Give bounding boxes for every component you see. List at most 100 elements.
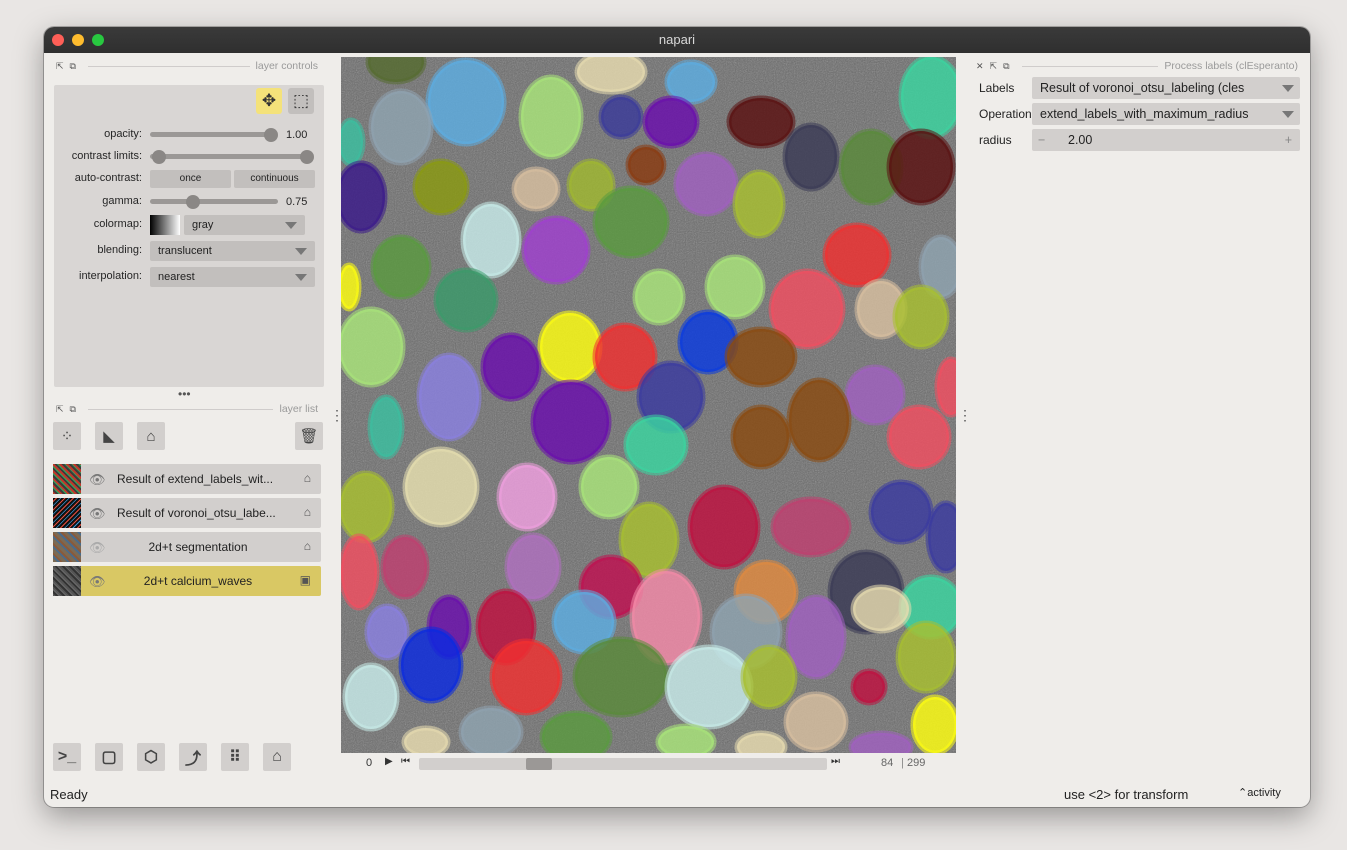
minimize-window-button[interactable] [72, 34, 84, 46]
frame-slider[interactable] [419, 758, 827, 770]
label-cell [380, 534, 430, 600]
label-cell [402, 446, 480, 528]
gamma-slider[interactable] [150, 199, 278, 204]
undock-icon[interactable]: ⧉ [1003, 61, 1009, 72]
label-cell [521, 215, 591, 285]
layer-row[interactable]: 👁 Result of voronoi_otsu_labe... ⌂ [53, 498, 321, 528]
segmentation-view [341, 57, 956, 753]
float-icon[interactable]: ⇱ [56, 404, 64, 415]
label-cell [341, 306, 406, 388]
terminal-icon: >_ [57, 748, 77, 765]
gamma-value: 0.75 [286, 196, 308, 208]
image-layer-icon: ▣ [299, 573, 311, 587]
label-cell [370, 234, 432, 300]
label-cell [504, 532, 562, 602]
labels-layer-icon: ⌂ [303, 539, 311, 553]
eye-icon[interactable]: 👁 [89, 574, 106, 590]
new-shapes-layer-button[interactable]: ◣ [95, 422, 123, 450]
eye-icon[interactable]: 👁 [89, 506, 106, 522]
label-cell [734, 730, 788, 753]
pan-zoom-tool-button[interactable]: ✥ [256, 88, 282, 114]
contrast-max-handle[interactable] [300, 150, 314, 164]
opacity-slider-handle[interactable] [264, 128, 278, 142]
transform-tool-button[interactable]: ⬚ [288, 88, 314, 114]
close-icon[interactable]: ✕ [976, 61, 984, 72]
label-tag-icon: ⌂ [146, 427, 156, 445]
layer-name: 2d+t segmentation [148, 540, 248, 554]
auto-contrast-continuous-button[interactable]: continuous [234, 170, 315, 188]
labels-select[interactable]: Result of voronoi_otsu_labeling (cles [1032, 77, 1300, 99]
left-dock-handle[interactable]: ⋮ [330, 407, 344, 424]
undock-icon[interactable]: ⧉ [70, 61, 76, 72]
grid-view-button[interactable]: ⠿ [221, 743, 249, 771]
float-icon[interactable]: ⇱ [56, 61, 64, 72]
play-icon[interactable]: ▶ [385, 756, 393, 767]
layer-row-selected[interactable]: 👁 2d+t calcium_waves ▣ [53, 566, 321, 596]
frame-slider-thumb[interactable] [526, 758, 552, 770]
chevron-down-icon [295, 248, 307, 255]
image-canvas[interactable] [341, 57, 956, 753]
console-button[interactable]: >_ [53, 743, 81, 771]
new-labels-layer-button[interactable]: ⌂ [137, 422, 165, 450]
opacity-slider[interactable] [150, 132, 274, 137]
label-cell [398, 626, 464, 704]
home-icon: ⌂ [272, 748, 282, 765]
label-cell [623, 414, 689, 476]
blending-row: blending: translucent [54, 241, 324, 261]
label-cell [572, 636, 670, 718]
increment-button[interactable]: + [1285, 129, 1292, 151]
label-cell [822, 222, 892, 288]
right-dock-handle[interactable]: ⋮ [958, 407, 972, 424]
eye-off-icon[interactable]: 👁 [89, 540, 106, 556]
decrement-button[interactable]: − [1038, 129, 1045, 151]
operation-value: extend_labels_with_maximum_radius [1040, 107, 1249, 121]
roll-dims-button[interactable]: ⬡ [137, 743, 165, 771]
eye-icon[interactable]: 👁 [89, 472, 106, 488]
layer-row[interactable]: 👁 2d+t segmentation ⌂ [53, 532, 321, 562]
toggle-ndisplay-button[interactable]: ▢ [95, 743, 123, 771]
label-cell [574, 57, 648, 95]
label-cell [642, 95, 700, 149]
label-cell [537, 310, 603, 384]
contrast-slider[interactable] [150, 154, 308, 159]
label-cell [416, 352, 482, 442]
blending-select[interactable]: translucent [150, 241, 315, 261]
label-cell [730, 404, 792, 470]
layer-row[interactable]: 👁 Result of extend_labels_wit... ⌂ [53, 464, 321, 494]
float-icon[interactable]: ⇱ [990, 61, 998, 72]
interpolation-select[interactable]: nearest [150, 267, 315, 287]
layer-thumbnail [53, 498, 81, 528]
status-text: Ready [50, 787, 88, 802]
maximize-window-button[interactable] [92, 34, 104, 46]
undock-icon[interactable]: ⧉ [70, 404, 76, 415]
frame-separator: | [901, 757, 904, 769]
label-cell [530, 379, 612, 465]
points-icon: ⁘ [60, 428, 74, 445]
radius-label: radius [979, 133, 1012, 147]
step-back-icon[interactable]: ⏮ [401, 756, 410, 767]
reset-view-button[interactable]: ⌂ [263, 743, 291, 771]
splitter-handle[interactable]: ••• [178, 387, 191, 401]
gamma-slider-handle[interactable] [186, 195, 200, 209]
colormap-select[interactable]: gray [184, 215, 305, 235]
label-cell [480, 332, 542, 402]
interpolation-value: nearest [158, 271, 195, 283]
labels-label: Labels [979, 81, 1015, 95]
delete-layer-button[interactable]: 🗑 [295, 422, 323, 450]
radius-spinbox[interactable]: − 2.00 + [1032, 129, 1300, 151]
frame-total: 299 [907, 757, 926, 769]
transpose-button[interactable]: ⤴ [179, 743, 207, 771]
blending-value: translucent [158, 245, 212, 257]
step-forward-icon[interactable]: ⏭ [831, 756, 840, 767]
opacity-value: 1.00 [286, 129, 308, 141]
auto-contrast-once-button[interactable]: once [150, 170, 231, 188]
close-window-button[interactable] [52, 34, 64, 46]
label-cell [848, 730, 914, 753]
new-points-layer-button[interactable]: ⁘ [53, 422, 81, 450]
operation-select[interactable]: extend_labels_with_maximum_radius [1032, 103, 1300, 125]
chevron-up-icon: ⌃ [1238, 787, 1248, 799]
activity-button[interactable]: ⌃activity [1238, 786, 1281, 799]
label-cell [724, 326, 798, 388]
contrast-min-handle[interactable] [152, 150, 166, 164]
label-cell [511, 166, 561, 212]
